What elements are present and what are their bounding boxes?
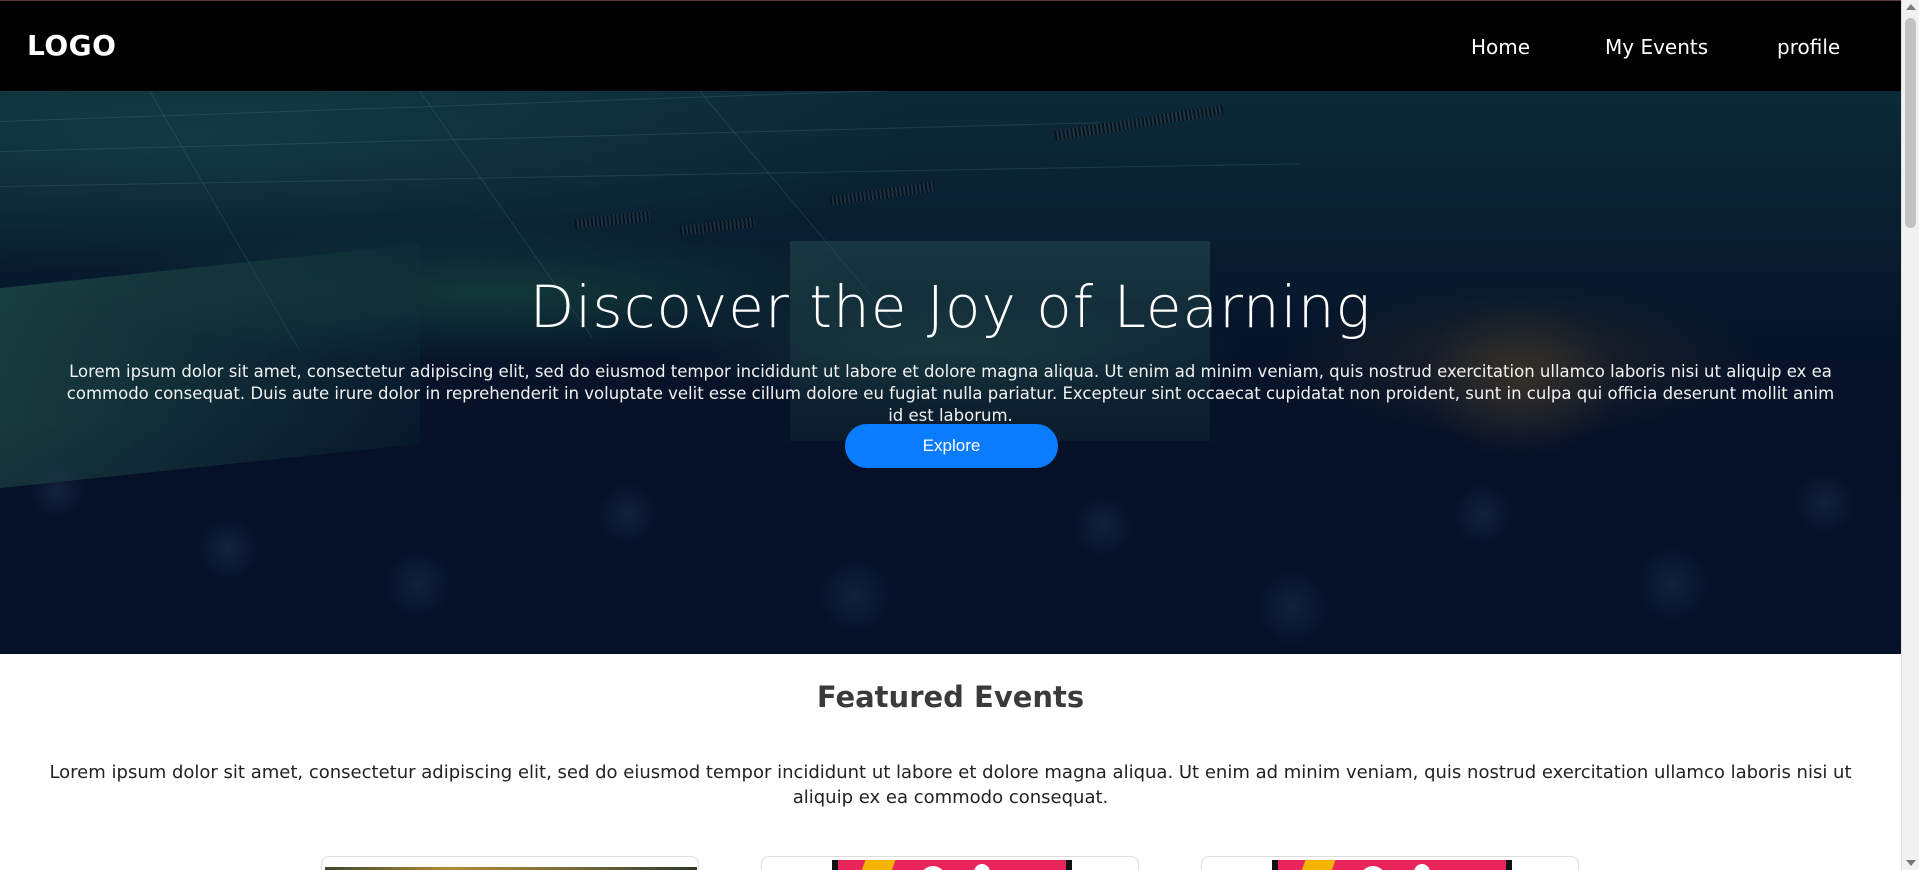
nav-link-my-events[interactable]: My Events (1605, 35, 1708, 59)
hero-description: Lorem ipsum dolor sit amet, consectetur … (66, 362, 1835, 425)
hero-bg-detail (832, 860, 838, 870)
featured-events-title: Featured Events (816, 680, 1085, 714)
nav-link-profile[interactable]: profile (1777, 35, 1840, 59)
hero-bg-detail (1294, 860, 1336, 870)
hero-banner: Discover the Joy of Learning Lorem ipsum… (0, 91, 1901, 654)
featured-events-description: Lorem ipsum dolor sit amet, consectetur … (49, 762, 1852, 808)
event-card[interactable] (1201, 856, 1579, 870)
scroll-up-arrow-icon[interactable] (1906, 4, 1916, 10)
hero-bg-detail (974, 864, 990, 870)
hero-bg-detail (1272, 860, 1278, 870)
navbar: LOGO Home My Events profile (0, 0, 1901, 91)
event-card-image (1272, 860, 1512, 870)
hero-bg-detail (854, 860, 896, 870)
scroll-down-arrow-icon[interactable] (1906, 860, 1916, 866)
event-card-image (832, 860, 1072, 870)
scrollbar-thumb[interactable] (1905, 18, 1916, 228)
hero-bg-detail (1414, 864, 1430, 870)
hero-title: Discover the Joy of Learning (529, 273, 1372, 341)
hero-bg-detail (920, 866, 946, 870)
nav-link-home[interactable]: Home (1471, 35, 1530, 59)
page: LOGO Home My Events profile Discover the… (0, 0, 1901, 870)
hero-bg-detail (1066, 860, 1072, 870)
hero-bg-detail (1360, 866, 1386, 870)
explore-button[interactable]: Explore (845, 424, 1058, 468)
event-card[interactable] (321, 856, 699, 870)
page-scrollbar[interactable] (1901, 0, 1919, 870)
logo[interactable]: LOGO (27, 29, 116, 62)
hero-bg-detail (1506, 860, 1512, 870)
event-card[interactable] (761, 856, 1139, 870)
